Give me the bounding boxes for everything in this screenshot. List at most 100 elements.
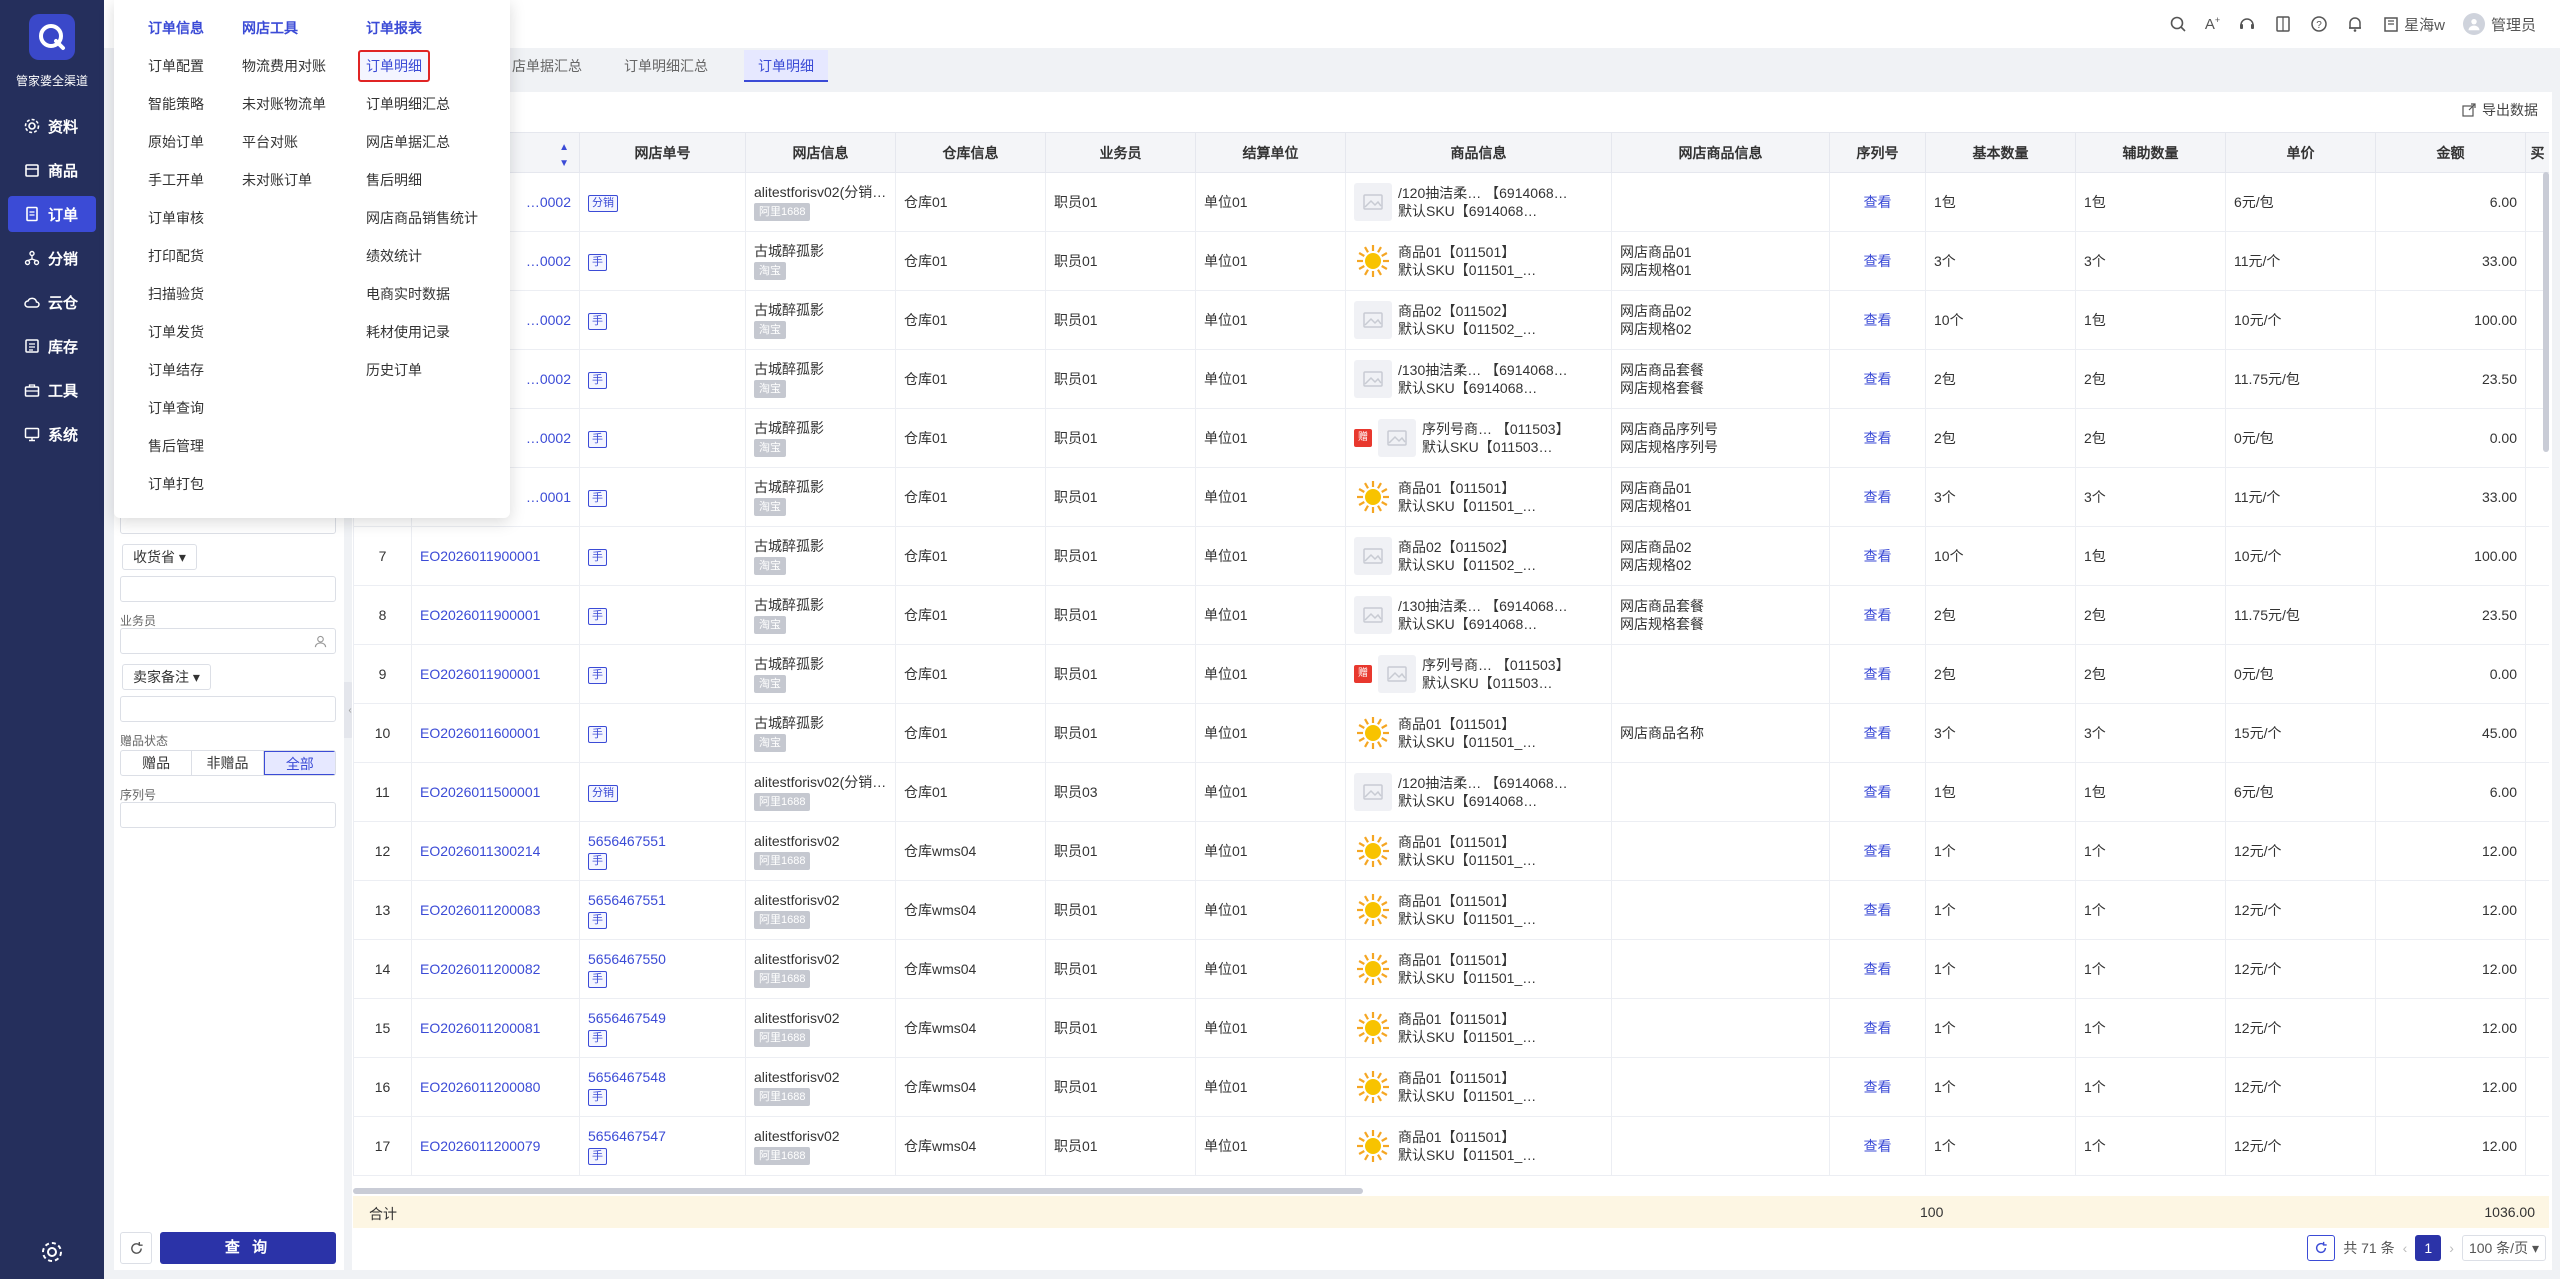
col-warehouse[interactable]: 仓库信息 xyxy=(895,132,1046,173)
menu-item[interactable]: 原始订单 xyxy=(148,132,204,152)
vertical-scrollbar[interactable] xyxy=(2543,172,2549,452)
tab-shop-doc-summary[interactable]: 店单据汇总 xyxy=(498,50,596,82)
menu-item[interactable]: 绩效统计 xyxy=(366,246,422,266)
order-number[interactable]: EO2026011300214 xyxy=(420,843,540,859)
view-serial-link[interactable]: 查看 xyxy=(1864,312,1892,328)
menu-item[interactable]: 订单审核 xyxy=(148,208,204,228)
table-row[interactable]: 8 EO2026011900001 手古城醉孤影 淘宝 仓库01 职员01 单位01/130… xyxy=(353,585,2549,645)
menu-item[interactable]: 订单查询 xyxy=(148,398,204,418)
table-row[interactable]: 13 EO2026011200083 5656467551 手 alitestforis… xyxy=(353,880,2549,940)
menu-item[interactable]: 售后管理 xyxy=(148,436,204,456)
view-serial-link[interactable]: 查看 xyxy=(1864,1138,1892,1154)
table-row[interactable]: 12 EO2026011300214 5656467551 手 alitestforis… xyxy=(353,821,2549,881)
order-number[interactable]: EO2026011200081 xyxy=(420,1020,540,1036)
menu-item[interactable]: 售后明细 xyxy=(366,170,422,190)
product-thumbnail[interactable] xyxy=(1354,891,1392,929)
view-serial-link[interactable]: 查看 xyxy=(1864,489,1892,505)
col-product-info[interactable]: 商品信息 xyxy=(1345,132,1612,173)
shop-order-number[interactable]: 5656467549 xyxy=(588,1009,737,1027)
shop-order-number[interactable]: 5656467548 xyxy=(588,1068,737,1086)
menu-item[interactable]: 未对账订单 xyxy=(242,170,312,190)
order-number[interactable]: EO2026011900001 xyxy=(420,548,540,564)
order-number-link[interactable]: EO2026011200079 xyxy=(411,1116,580,1176)
order-number-link[interactable]: EO2026011200083 xyxy=(411,880,580,940)
table-row[interactable]: 7 EO2026011900001 手古城醉孤影 淘宝 仓库01 职员01 单位01 商品02… xyxy=(353,526,2549,586)
user-menu[interactable]: 管理员 xyxy=(2462,13,2536,35)
page-size-select[interactable]: 100 条/页 ▾ xyxy=(2461,1235,2546,1261)
seller-note-select[interactable]: 卖家备注 ▾ xyxy=(122,664,211,690)
order-number[interactable]: EO2026011200083 xyxy=(420,902,540,918)
menu-item[interactable]: 耗材使用记录 xyxy=(366,322,450,342)
view-serial-link[interactable]: 查看 xyxy=(1864,1020,1892,1036)
horizontal-scrollbar[interactable] xyxy=(353,1188,1363,1194)
nav-item-2[interactable]: 订单 xyxy=(8,196,96,232)
query-button[interactable]: 查 询 xyxy=(160,1232,336,1264)
product-thumbnail[interactable] xyxy=(1354,1127,1392,1165)
product-thumbnail[interactable] xyxy=(1354,714,1392,752)
order-number[interactable]: …0002 xyxy=(526,312,571,328)
settings-gear-icon[interactable] xyxy=(40,1240,64,1264)
province-select[interactable]: 收货省 ▾ xyxy=(122,544,197,570)
app-logo[interactable] xyxy=(29,14,75,60)
book-icon[interactable] xyxy=(2274,15,2292,33)
product-thumbnail[interactable] xyxy=(1354,183,1392,221)
menu-item[interactable]: 扫描验货 xyxy=(148,284,204,304)
product-thumbnail[interactable] xyxy=(1378,655,1416,693)
product-thumbnail[interactable] xyxy=(1354,537,1392,575)
menu-item[interactable]: 订单配置 xyxy=(148,56,204,76)
order-number[interactable]: …0002 xyxy=(526,371,571,387)
order-number[interactable]: EO2026011200080 xyxy=(420,1079,540,1095)
order-number-link[interactable]: EO2026011600001 xyxy=(411,703,580,763)
view-serial-link[interactable]: 查看 xyxy=(1864,548,1892,564)
view-serial-link[interactable]: 查看 xyxy=(1864,961,1892,977)
order-number[interactable]: …0002 xyxy=(526,253,571,269)
product-thumbnail[interactable] xyxy=(1354,950,1392,988)
menu-item-order-detail[interactable]: 订单明细 xyxy=(358,50,430,82)
table-row[interactable]: …0002 手古城醉孤影 淘宝 仓库01 职员01 单位01 赠序列号商… 【011503】… xyxy=(353,408,2549,468)
menu-item[interactable]: 物流费用对账 xyxy=(242,56,326,76)
product-thumbnail[interactable] xyxy=(1354,360,1392,398)
col-settle-unit[interactable]: 结算单位 xyxy=(1195,132,1346,173)
table-row[interactable]: …0002 手古城醉孤影 淘宝 仓库01 职员01 单位01 商品01【011501】 默认S… xyxy=(353,231,2549,291)
product-thumbnail[interactable] xyxy=(1354,478,1392,516)
menu-item[interactable]: 手工开单 xyxy=(148,170,204,190)
product-thumbnail[interactable] xyxy=(1354,242,1392,280)
col-shop-order-no[interactable]: 网店单号 xyxy=(579,132,746,173)
table-row[interactable]: 16 EO2026011200080 5656467548 手 alitestforis… xyxy=(353,1057,2549,1117)
order-number-link[interactable]: EO2026011500001 xyxy=(411,762,580,822)
shop-order-number[interactable]: 5656467551 xyxy=(588,832,737,850)
menu-item[interactable]: 智能策略 xyxy=(148,94,204,114)
view-serial-link[interactable]: 查看 xyxy=(1864,843,1892,859)
order-number[interactable]: …0001 xyxy=(526,489,571,505)
table-row[interactable]: 9 EO2026011900001 手古城醉孤影 淘宝 仓库01 职员01 单位01 赠序列号… xyxy=(353,644,2549,704)
table-row[interactable]: …0002 分销 alitestforisv02(分销… 阿里1688 仓库01 职员01… xyxy=(353,172,2549,232)
order-number[interactable]: …0002 xyxy=(526,194,571,210)
menu-item[interactable]: 电商实时数据 xyxy=(366,284,450,304)
order-number-link[interactable]: EO2026011200081 xyxy=(411,998,580,1058)
nav-item-0[interactable]: 资料 xyxy=(8,108,96,144)
order-number[interactable]: EO2026011900001 xyxy=(420,607,540,623)
shop-order-number[interactable]: 5656467547 xyxy=(588,1127,737,1145)
nav-item-6[interactable]: 工具 xyxy=(8,372,96,408)
nav-item-4[interactable]: 云仓 xyxy=(8,284,96,320)
table-row[interactable]: 17 EO2026011200079 5656467547 手 alitestforis… xyxy=(353,1116,2549,1176)
gift-option-non-gift[interactable]: 非赠品 xyxy=(192,751,264,775)
order-number[interactable]: EO2026011600001 xyxy=(420,725,540,741)
menu-item[interactable]: 网店商品销售统计 xyxy=(366,208,478,228)
order-number-link[interactable]: EO2026011900001 xyxy=(411,526,580,586)
province-input[interactable] xyxy=(120,576,336,602)
order-number[interactable]: EO2026011200082 xyxy=(420,961,540,977)
table-row[interactable]: 11 EO2026011500001 分销 alitestforisv02(分销… 阿里… xyxy=(353,762,2549,822)
order-number-link[interactable]: EO2026011200082 xyxy=(411,939,580,999)
menu-item[interactable]: 订单结存 xyxy=(148,360,204,380)
order-number[interactable]: EO2026011900001 xyxy=(420,666,540,682)
col-amount[interactable]: 金额 xyxy=(2375,132,2526,173)
order-number-link[interactable]: EO2026011200080 xyxy=(411,1057,580,1117)
product-thumbnail[interactable] xyxy=(1354,773,1392,811)
view-serial-link[interactable]: 查看 xyxy=(1864,371,1892,387)
view-serial-link[interactable]: 查看 xyxy=(1864,607,1892,623)
support-icon[interactable] xyxy=(2238,15,2256,33)
table-row[interactable]: 14 EO2026011200082 5656467550 手 alitestforis… xyxy=(353,939,2549,999)
view-serial-link[interactable]: 查看 xyxy=(1864,1079,1892,1095)
tab-order-detail[interactable]: 订单明细 xyxy=(744,50,828,82)
